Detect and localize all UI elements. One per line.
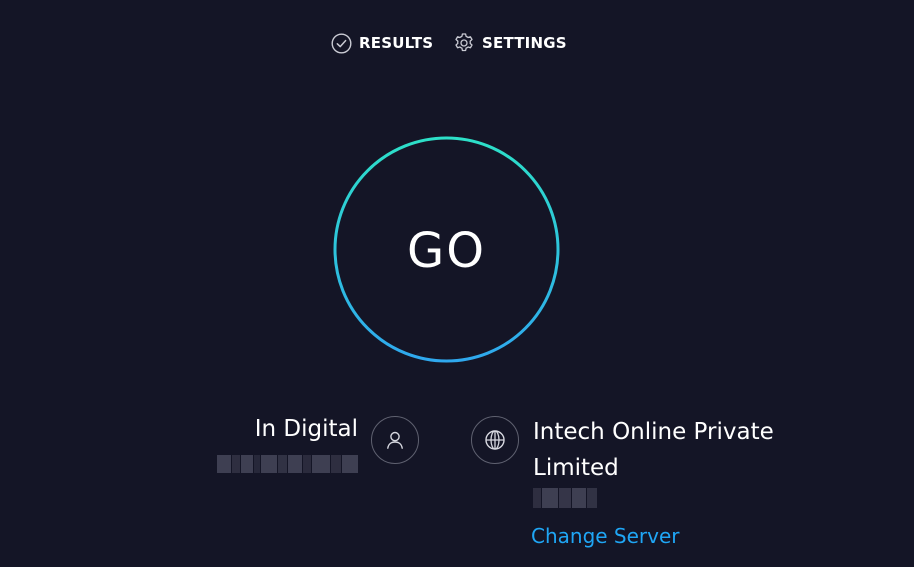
speedtest-page: RESULTS SETTINGS GO In Digital Intech On… [0,0,914,567]
server-name: Intech Online Private Limited [533,419,774,481]
provider-name: In Digital [254,416,358,442]
globe-icon[interactable] [471,416,519,464]
check-circle-icon [330,32,352,54]
provider-ip-redacted [217,455,358,473]
server-location-redacted [533,488,597,508]
settings-label: SETTINGS [482,34,567,52]
go-label: GO [407,222,486,279]
go-button[interactable]: GO [333,136,560,363]
results-nav-link[interactable]: RESULTS [330,31,433,55]
change-server-link[interactable]: Change Server [531,524,680,548]
gear-icon [453,32,475,54]
settings-nav-link[interactable]: SETTINGS [453,31,567,55]
top-nav: RESULTS SETTINGS [0,31,914,55]
results-label: RESULTS [359,34,434,52]
user-icon[interactable] [371,416,419,464]
